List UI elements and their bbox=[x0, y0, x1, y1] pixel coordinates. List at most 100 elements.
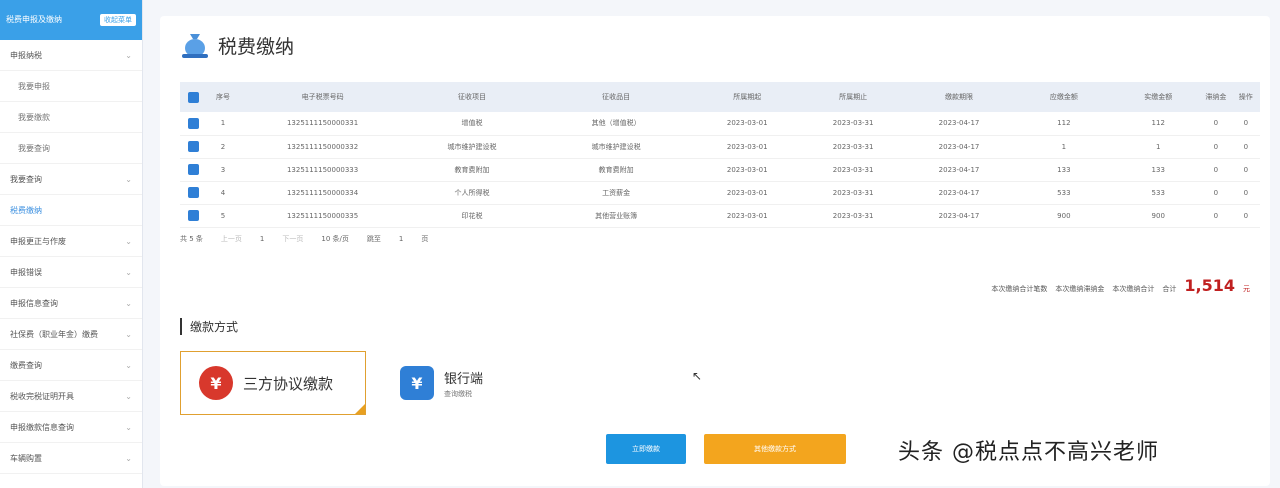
goto-page-input[interactable]: 1 bbox=[399, 235, 403, 243]
prev-page-button[interactable]: 上一页 bbox=[221, 234, 242, 244]
column-header: 所属期起 bbox=[694, 82, 800, 112]
mouse-cursor-icon: ↖ bbox=[692, 369, 703, 383]
sidebar-item-label: 我要缴款 bbox=[18, 112, 50, 122]
main-panel: 税费缴纳 序号 电子税票号码 征收项目 征收品目 所属期起 所属期止 缴款期限 … bbox=[160, 16, 1270, 486]
bank-option-sub: 查询缴税 bbox=[444, 389, 472, 398]
table-cell: 1 bbox=[1011, 135, 1117, 159]
sidebar-item[interactable]: 车辆购置 ⌄ bbox=[0, 443, 142, 474]
table-cell: 133 bbox=[1116, 158, 1201, 182]
row-checkbox[interactable] bbox=[180, 112, 208, 136]
table-cell: 0 bbox=[1231, 204, 1260, 228]
table-row[interactable]: 4 1325111150000334 个人所得税 工资薪金 2023-03-01 2023… bbox=[180, 181, 1260, 205]
table-cell: 2023-03-31 bbox=[799, 204, 907, 228]
table-cell: 0 bbox=[1200, 204, 1232, 228]
sidebar-item[interactable]: 我要申报 bbox=[0, 71, 142, 102]
page-unit-label: 页 bbox=[421, 235, 429, 243]
sidebar-item[interactable]: 我要查询 ⌄ bbox=[0, 164, 142, 195]
sidebar-item[interactable]: 申报纳税 ⌄ bbox=[0, 40, 142, 71]
row-checkbox[interactable] bbox=[180, 204, 208, 228]
table-cell: 其他营业账簿 bbox=[537, 204, 695, 228]
column-header: 征收品目 bbox=[537, 82, 695, 112]
table-cell: 个人所得税 bbox=[406, 181, 538, 205]
table-cell: 0 bbox=[1231, 135, 1260, 159]
table-cell: 增值税 bbox=[406, 112, 538, 136]
payment-method-heading: 缴款方式 bbox=[180, 318, 238, 335]
bank-option-label: 银行端 bbox=[444, 371, 484, 387]
table-cell: 1 bbox=[1116, 135, 1201, 159]
sidebar-item-label: 申报错误 bbox=[10, 267, 42, 277]
sidebar-header: 税费申报及缴纳 收起菜单 bbox=[0, 0, 142, 40]
column-header: 缴款期限 bbox=[906, 82, 1012, 112]
column-header: 征收项目 bbox=[406, 82, 538, 112]
row-checkbox[interactable] bbox=[180, 158, 208, 182]
table-cell: 2023-03-01 bbox=[694, 112, 800, 136]
currency-unit: 元 bbox=[1243, 285, 1250, 293]
table-cell: 0 bbox=[1200, 112, 1232, 136]
table-cell: 2023-04-17 bbox=[906, 158, 1012, 182]
pagination: 共 5 条 上一页 1 下一页 10 条/页 跳至 1 页 bbox=[180, 234, 428, 244]
page-size-select[interactable]: 10 条/页 bbox=[321, 234, 349, 244]
table-cell: 3 bbox=[207, 158, 239, 182]
chevron-down-icon: ⌄ bbox=[125, 422, 132, 432]
table-cell: 2023-04-17 bbox=[906, 204, 1012, 228]
sidebar-item[interactable]: 我要查询 bbox=[0, 133, 142, 164]
chevron-down-icon: ⌄ bbox=[125, 50, 132, 60]
table-cell: 2023-03-31 bbox=[799, 135, 907, 159]
total-amount: 1,514 bbox=[1184, 276, 1235, 295]
table-cell: 5 bbox=[207, 204, 239, 228]
table-cell: 533 bbox=[1011, 181, 1117, 205]
next-page-button[interactable]: 下一页 bbox=[282, 234, 303, 244]
collapse-menu-button[interactable]: 收起菜单 bbox=[100, 14, 136, 26]
page-title: 税费缴纳 bbox=[218, 35, 295, 58]
table-row[interactable]: 5 1325111150000335 印花税 其他营业账簿 2023-03-01 2023… bbox=[180, 204, 1260, 228]
sidebar-item[interactable]: 申报缴款信息查询 ⌄ bbox=[0, 412, 142, 443]
table-cell: 4 bbox=[207, 181, 239, 205]
chevron-down-icon: ⌄ bbox=[125, 453, 132, 463]
sidebar-item-label: 税费缴纳 bbox=[10, 205, 42, 215]
shield-icon: ¥ bbox=[199, 366, 233, 400]
table-cell: 1 bbox=[207, 112, 239, 136]
sidebar-item[interactable]: 缴费查询 ⌄ bbox=[0, 350, 142, 381]
table-cell: 1325111150000332 bbox=[238, 135, 407, 159]
sidebar-item-label: 申报缴款信息查询 bbox=[10, 422, 74, 432]
sidebar-item[interactable]: 我要缴款 bbox=[0, 102, 142, 133]
checkbox-checked-icon bbox=[188, 187, 200, 198]
bank-payment-option[interactable]: ¥ 银行端 查询缴税 bbox=[396, 351, 516, 415]
three-party-payment-option[interactable]: ¥ 三方协议缴款 bbox=[180, 351, 366, 415]
checkbox-checked-icon bbox=[188, 164, 200, 175]
other-payment-button[interactable]: 其他缴款方式 bbox=[704, 434, 846, 464]
table-body: 1 1325111150000331 增值税 其他（增值税） 2023-03-01 202… bbox=[180, 112, 1260, 228]
sidebar-item-label: 我要查询 bbox=[18, 143, 50, 153]
chevron-down-icon: ⌄ bbox=[125, 267, 132, 277]
sidebar-item-label: 缴费查询 bbox=[10, 360, 42, 370]
chevron-down-icon: ⌄ bbox=[125, 329, 132, 339]
table-row[interactable]: 1 1325111150000331 增值税 其他（增值税） 2023-03-01 202… bbox=[180, 112, 1260, 136]
sidebar: 税费申报及缴纳 收起菜单 申报纳税 ⌄ 我要申报我要缴款我要查询我要查询 ⌄ 税费缴纳申… bbox=[0, 0, 143, 488]
sidebar-item[interactable]: 社保费（职业年金）缴费 ⌄ bbox=[0, 319, 142, 350]
table-cell: 2023-03-01 bbox=[694, 204, 800, 228]
table-row[interactable]: 3 1325111150000333 教育费附加 教育费附加 2023-03-01 202… bbox=[180, 158, 1260, 182]
sidebar-item[interactable]: 申报更正与作废 ⌄ bbox=[0, 226, 142, 257]
sidebar-item[interactable]: 申报错误 ⌄ bbox=[0, 257, 142, 288]
sidebar-item[interactable]: 税收完税证明开具 ⌄ bbox=[0, 381, 142, 412]
table-cell: 2023-03-01 bbox=[694, 181, 800, 205]
money-bag-icon bbox=[182, 34, 208, 58]
checkbox-checked-icon bbox=[188, 141, 200, 152]
table-cell: 900 bbox=[1116, 204, 1201, 228]
pay-now-button[interactable]: 立即缴款 bbox=[606, 434, 686, 464]
sidebar-item[interactable]: 税费缴纳 bbox=[0, 195, 142, 226]
column-header: 所属期止 bbox=[799, 82, 907, 112]
table-cell: 2023-03-01 bbox=[694, 158, 800, 182]
row-checkbox[interactable] bbox=[180, 181, 208, 205]
column-header: 滞纳金 bbox=[1200, 82, 1232, 112]
table-cell: 城市维护建设税 bbox=[537, 135, 695, 159]
sidebar-item[interactable]: 申报信息查询 ⌄ bbox=[0, 288, 142, 319]
row-checkbox[interactable] bbox=[180, 135, 208, 159]
table-cell: 112 bbox=[1116, 112, 1201, 136]
column-header: 电子税票号码 bbox=[238, 82, 407, 112]
table-cell: 印花税 bbox=[406, 204, 538, 228]
table-row[interactable]: 2 1325111150000332 城市维护建设税 城市维护建设税 2023-03-0… bbox=[180, 135, 1260, 159]
watermark-text: 头条 @税点点不高兴老师 bbox=[898, 440, 1159, 465]
select-all-checkbox[interactable] bbox=[180, 82, 208, 112]
current-page[interactable]: 1 bbox=[260, 235, 264, 243]
